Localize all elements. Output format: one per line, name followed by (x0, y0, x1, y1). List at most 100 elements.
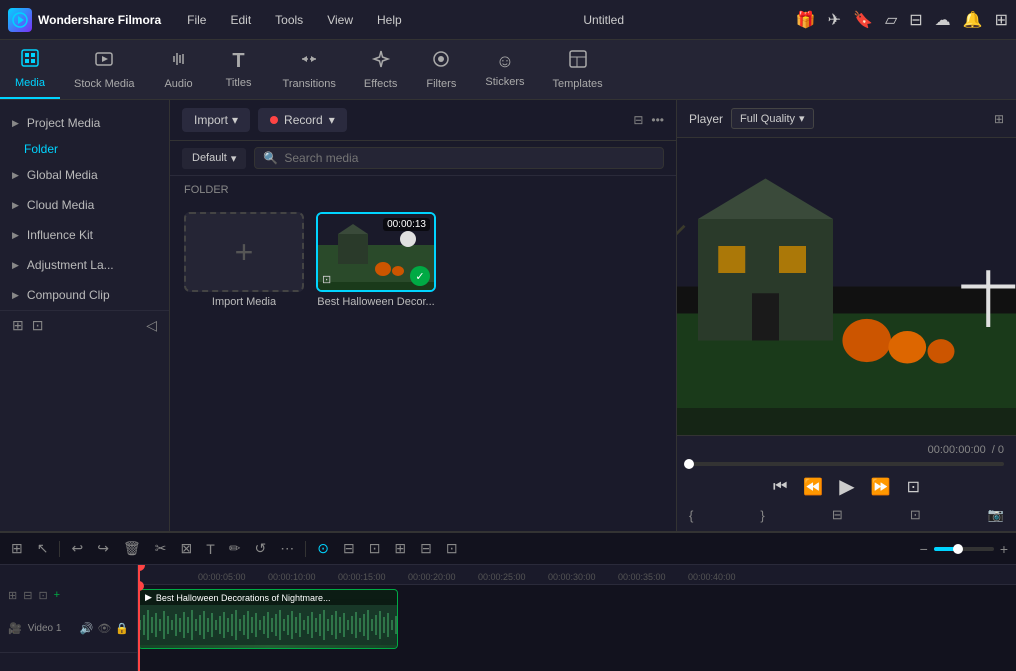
mark-in-icon[interactable]: { (689, 508, 693, 523)
import-button[interactable]: Import ▾ (182, 108, 250, 132)
sidebar-item-influence-kit[interactable]: ▶ Influence Kit (0, 220, 169, 250)
halloween-thumb[interactable]: 00:00:13 ⊡ ✓ (316, 212, 436, 292)
tab-audio[interactable]: Audio (149, 40, 209, 99)
add-video-icon[interactable]: + (54, 589, 60, 601)
zoom-slider[interactable] (934, 547, 994, 551)
playhead (138, 585, 140, 665)
tab-stock-media[interactable]: Stock Media (60, 40, 149, 99)
zoom-thumb[interactable] (953, 544, 963, 554)
add-media-item[interactable]: + Import Media (184, 212, 304, 308)
tab-stickers-label: Stickers (485, 76, 524, 88)
tl-paint[interactable]: ✏ (226, 537, 244, 560)
media-grid: + Import Media (170, 200, 676, 320)
app-logo: Wondershare Filmora (8, 8, 161, 32)
sidebar-item-project-media[interactable]: ▶ Project Media (0, 108, 169, 138)
tl-redo[interactable]: ↪ (94, 537, 112, 560)
tl-magnet[interactable]: ⊟ (340, 537, 358, 560)
selected-check-icon: ✓ (410, 266, 430, 286)
sidebar-item-adjustment[interactable]: ▶ Adjustment La... (0, 250, 169, 280)
search-input[interactable] (284, 151, 655, 165)
play-button[interactable]: ▶ (839, 474, 854, 499)
add-track-icon[interactable]: ⊞ (8, 589, 17, 602)
tl-crop[interactable]: ⊠ (177, 537, 195, 560)
sidebar-item-compound-clip[interactable]: ▶ Compound Clip (0, 280, 169, 310)
sidebar-label-influence-kit: Influence Kit (27, 228, 93, 242)
ruler-mark-6: 00:00:30:00 (548, 572, 596, 582)
menu-file[interactable]: File (177, 9, 216, 31)
link-track-icon[interactable]: ⊟ (23, 589, 32, 602)
cloud-icon[interactable]: ☁ (935, 10, 951, 30)
tab-titles[interactable]: T Titles (209, 40, 269, 99)
zoom-in-button[interactable]: + (1000, 541, 1008, 557)
menu-edit[interactable]: Edit (220, 9, 261, 31)
video-track-header: 🎥 Video 1 🔊 👁 🔒 (0, 605, 137, 653)
eye-icon[interactable]: 👁 (97, 622, 111, 635)
quality-select[interactable]: Full Quality ▾ (731, 108, 814, 129)
tl-arrow-tool[interactable]: ↖ (34, 537, 52, 560)
step-back-button[interactable]: ⏪ (803, 477, 823, 497)
lock-icon[interactable]: 🔒 (115, 622, 129, 635)
tab-stickers[interactable]: ☺ Stickers (471, 40, 538, 99)
add-media-thumb[interactable]: + (184, 212, 304, 292)
send-icon[interactable]: ✈ (828, 10, 841, 30)
tl-undo[interactable]: ↩ (68, 537, 86, 560)
menu-tools[interactable]: Tools (265, 9, 313, 31)
tab-transitions[interactable]: Transitions (269, 40, 350, 99)
bookmark-icon[interactable]: 🔖 (853, 10, 873, 30)
playback-progress[interactable] (689, 462, 1004, 466)
record-button[interactable]: Record ▾ (258, 108, 347, 132)
menu-help[interactable]: Help (367, 9, 412, 31)
add-folder-icon[interactable]: ⊞ (12, 317, 24, 334)
menu-view[interactable]: View (317, 9, 363, 31)
camera-icon[interactable]: 📷 (988, 507, 1004, 523)
minimize-icon[interactable]: ▱ (885, 10, 897, 30)
bell-icon[interactable]: 🔔 (963, 10, 983, 30)
tab-templates[interactable]: Templates (538, 40, 616, 99)
speaker-icon[interactable]: 🔊 (80, 622, 94, 635)
tab-effects[interactable]: Effects (350, 40, 411, 99)
default-label: Default (192, 152, 227, 164)
monitor-icon[interactable]: ⊡ (910, 507, 921, 523)
collapse-icon[interactable]: ◁ (146, 317, 157, 334)
grid-icon[interactable]: ⊞ (995, 10, 1008, 30)
sidebar-item-cloud-media[interactable]: ▶ Cloud Media (0, 190, 169, 220)
mark-out-icon[interactable]: } (760, 508, 764, 523)
tl-more[interactable]: ⋯ (277, 537, 297, 560)
tl-split[interactable]: ⊞ (391, 537, 409, 560)
step-forward-button[interactable]: ⏩ (871, 477, 891, 497)
timeline-clip[interactable]: ▶ Best Halloween Decorations of Nightmar… (138, 589, 398, 649)
tl-marker[interactable]: ⊟ (417, 537, 435, 560)
sidebar-item-global-media[interactable]: ▶ Global Media (0, 160, 169, 190)
split-track-icon[interactable]: ⊡ (38, 589, 47, 602)
tl-delete[interactable]: 🗑 (120, 537, 144, 560)
more-icon[interactable]: ••• (651, 113, 664, 127)
zoom-out-button[interactable]: − (920, 541, 928, 557)
tl-snap[interactable]: ⊙ (314, 537, 332, 560)
go-start-button[interactable]: ⏮ (773, 478, 787, 496)
keyframe-icon[interactable]: ⊟ (832, 507, 843, 523)
tl-loop[interactable]: ↺ (251, 537, 269, 560)
folder-icon[interactable]: ⊡ (32, 317, 44, 334)
tl-text[interactable]: T (203, 538, 218, 560)
filter-icon[interactable]: ⊟ (633, 113, 643, 127)
tl-audio-stretch[interactable]: ⊡ (366, 537, 384, 560)
progress-thumb[interactable] (684, 459, 694, 469)
default-button[interactable]: Default ▾ (182, 148, 246, 169)
media-toolbar: Import ▾ Record ▾ ⊟ ••• (170, 100, 676, 141)
tl-subtitle[interactable]: ⊡ (443, 537, 461, 560)
import-label: Import (194, 113, 228, 127)
player-grid-icon[interactable]: ⊞ (994, 112, 1004, 126)
tab-media[interactable]: Media (0, 40, 60, 99)
main-layout: ▶ Project Media Folder ▶ Global Media ▶ … (0, 100, 1016, 531)
gift-icon[interactable]: 🎁 (796, 10, 816, 30)
halloween-media-item[interactable]: 00:00:13 ⊡ ✓ Best Halloween Decor... (316, 212, 436, 308)
fullscreen-button[interactable]: ⊡ (907, 477, 920, 497)
tab-filters[interactable]: Filters (411, 40, 471, 99)
sidebar-item-folder[interactable]: Folder (0, 138, 169, 160)
tl-select-tool[interactable]: ⊞ (8, 537, 26, 560)
screen-icon[interactable]: ⊟ (909, 10, 922, 30)
sidebar-label-project-media: Project Media (27, 116, 100, 130)
sidebar-label-folder: Folder (24, 142, 58, 156)
tl-cut[interactable]: ✂ (152, 537, 170, 560)
menu-bar: Wondershare Filmora File Edit Tools View… (0, 0, 1016, 40)
